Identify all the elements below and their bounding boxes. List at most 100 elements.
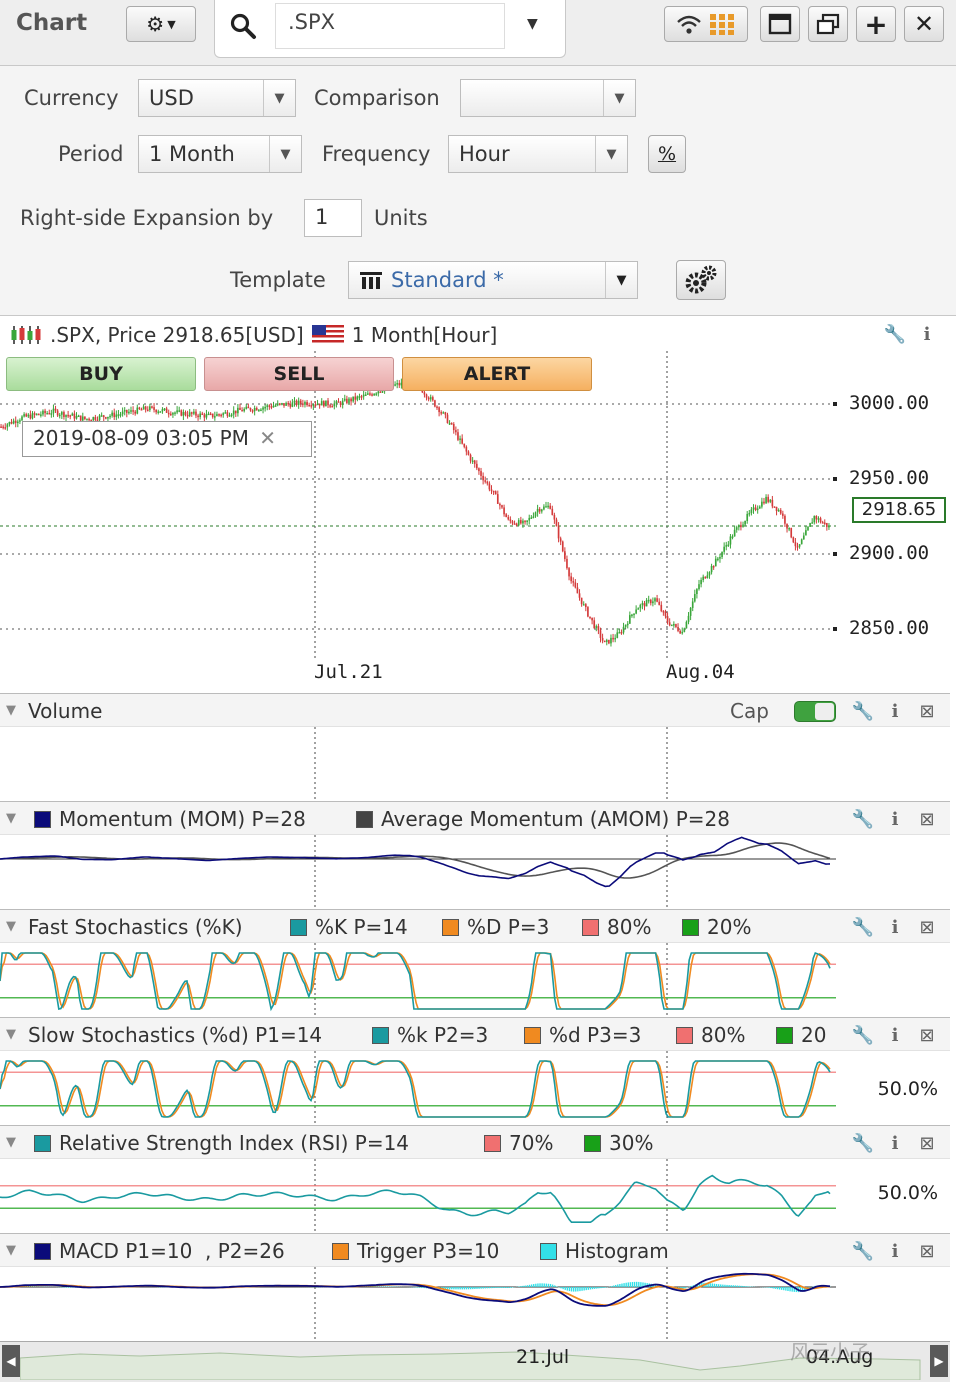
candle-body [784,515,786,524]
candlestick-icon [11,326,41,344]
candle-body [302,403,304,405]
candle-body [6,424,9,428]
candle-body [635,609,637,614]
close-icon[interactable]: ⊠ [914,914,940,940]
candle-body [130,410,132,412]
candle-body [138,407,141,410]
candle-body [316,403,319,406]
candle-body [614,637,617,640]
candle-body [346,398,348,403]
candle-body [513,523,516,525]
collapse-triangle-icon[interactable]: ▼ [6,811,16,826]
collapse-triangle-icon[interactable]: ▼ [6,1135,16,1150]
info-icon[interactable]: i [882,1022,908,1048]
close-icon[interactable]: ⊠ [914,698,940,724]
scroll-left-button[interactable]: ◀ [2,1345,20,1377]
info-icon[interactable]: i [882,698,908,724]
frequency-select[interactable]: Hour ▼ [448,135,628,173]
symbol-input[interactable]: .SPX [275,3,505,49]
info-icon[interactable]: i [914,321,940,347]
close-button[interactable]: ✕ [904,6,944,42]
wrench-icon[interactable]: 🔧 [850,1238,876,1264]
macd-chart [0,1267,836,1341]
candle-body [574,582,577,588]
candle-body [517,520,520,526]
alert-button[interactable]: ALERT [402,357,592,391]
chevron-right-icon: ▶ [934,1354,944,1368]
expansion-input[interactable]: 1 [304,199,362,237]
candle-body [360,396,363,398]
chevron-down-icon: ▼ [269,136,301,172]
candle-body [373,393,375,396]
period-select[interactable]: 1 Month ▼ [138,135,302,173]
close-icon[interactable]: ✕ [259,426,276,450]
currency-select[interactable]: USD ▼ [138,79,296,117]
candle-body [568,568,570,577]
wrench-icon[interactable]: 🔧 [850,914,876,940]
candle-body [394,384,396,386]
wrench-icon[interactable]: 🔧 [850,1022,876,1048]
candle-body [203,414,206,418]
buy-button[interactable]: BUY [6,357,196,391]
candle-body [278,403,281,405]
info-icon[interactable]: i [882,806,908,832]
cap-toggle[interactable] [794,701,836,722]
collapse-triangle-icon[interactable]: ▼ [6,919,16,934]
candle-body [501,505,503,508]
wrench-icon[interactable]: 🔧 [850,806,876,832]
candle-body [813,516,816,523]
period-value: 1 Month [149,142,235,166]
settings-menu-button[interactable]: ⚙ ▼ [126,6,196,42]
wrench-icon[interactable]: 🔧 [850,698,876,724]
macd-legend-trigger-text: Trigger P3=10 [357,1239,500,1263]
collapse-triangle-icon[interactable]: ▼ [6,1027,16,1042]
wrench-icon[interactable]: 🔧 [850,1130,876,1156]
fast-stoch-legend-20-text: 20% [707,915,752,939]
close-icon[interactable]: ⊠ [914,1238,940,1264]
sell-button[interactable]: SELL [204,357,394,391]
candle-body [369,393,371,395]
time-navigator[interactable]: ◀ 21.Jul 04.Aug 风云小子 ▶ [0,1340,950,1382]
info-icon[interactable]: i [882,1238,908,1264]
search-icon[interactable] [229,12,257,40]
slow-stoch-panel-header: ▼ Slow Stochastics (%d) P1=14 %k P2=3 %d… [0,1017,950,1051]
percent-toggle-button[interactable]: % [648,135,686,173]
candle-body [42,410,44,415]
candle-body [425,394,428,398]
popout-button[interactable] [808,6,848,42]
candle-body [540,509,543,512]
template-select[interactable]: Standard * ▼ [348,261,638,299]
candle-body [765,496,767,504]
close-icon[interactable]: ⊠ [914,806,940,832]
window-layout-button[interactable] [760,6,800,42]
candle-body [71,413,74,416]
candle-body [758,506,761,509]
candle-body [543,506,545,510]
template-settings-button[interactable] [676,260,726,300]
candle-body [465,446,468,452]
collapse-triangle-icon[interactable]: ▼ [6,1243,16,1258]
candle-body [322,401,325,407]
candle-body [622,626,625,633]
candle-body [641,603,644,605]
candle-body [643,603,646,607]
info-icon[interactable]: i [882,1130,908,1156]
fast-d-line [0,952,831,1010]
macd-legend-histogram-text: Histogram [565,1239,669,1263]
currency-value: USD [149,86,194,110]
close-icon[interactable]: ⊠ [914,1130,940,1156]
info-icon[interactable]: i [882,914,908,940]
wrench-icon[interactable]: 🔧 [882,321,908,347]
add-button[interactable]: + [856,6,896,42]
scroll-right-button[interactable]: ▶ [930,1345,948,1377]
comparison-select[interactable]: ▼ [460,79,636,117]
candle-body [767,496,770,502]
collapse-triangle-icon[interactable]: ▼ [6,703,16,718]
close-icon[interactable]: ⊠ [914,1022,940,1048]
symbol-dropdown-icon[interactable]: ▼ [527,16,538,32]
candle-body [645,600,648,607]
signal-grid-button[interactable] [664,6,748,42]
candle-body [2,426,4,429]
candle-body [461,438,463,444]
candle-body [58,414,61,417]
